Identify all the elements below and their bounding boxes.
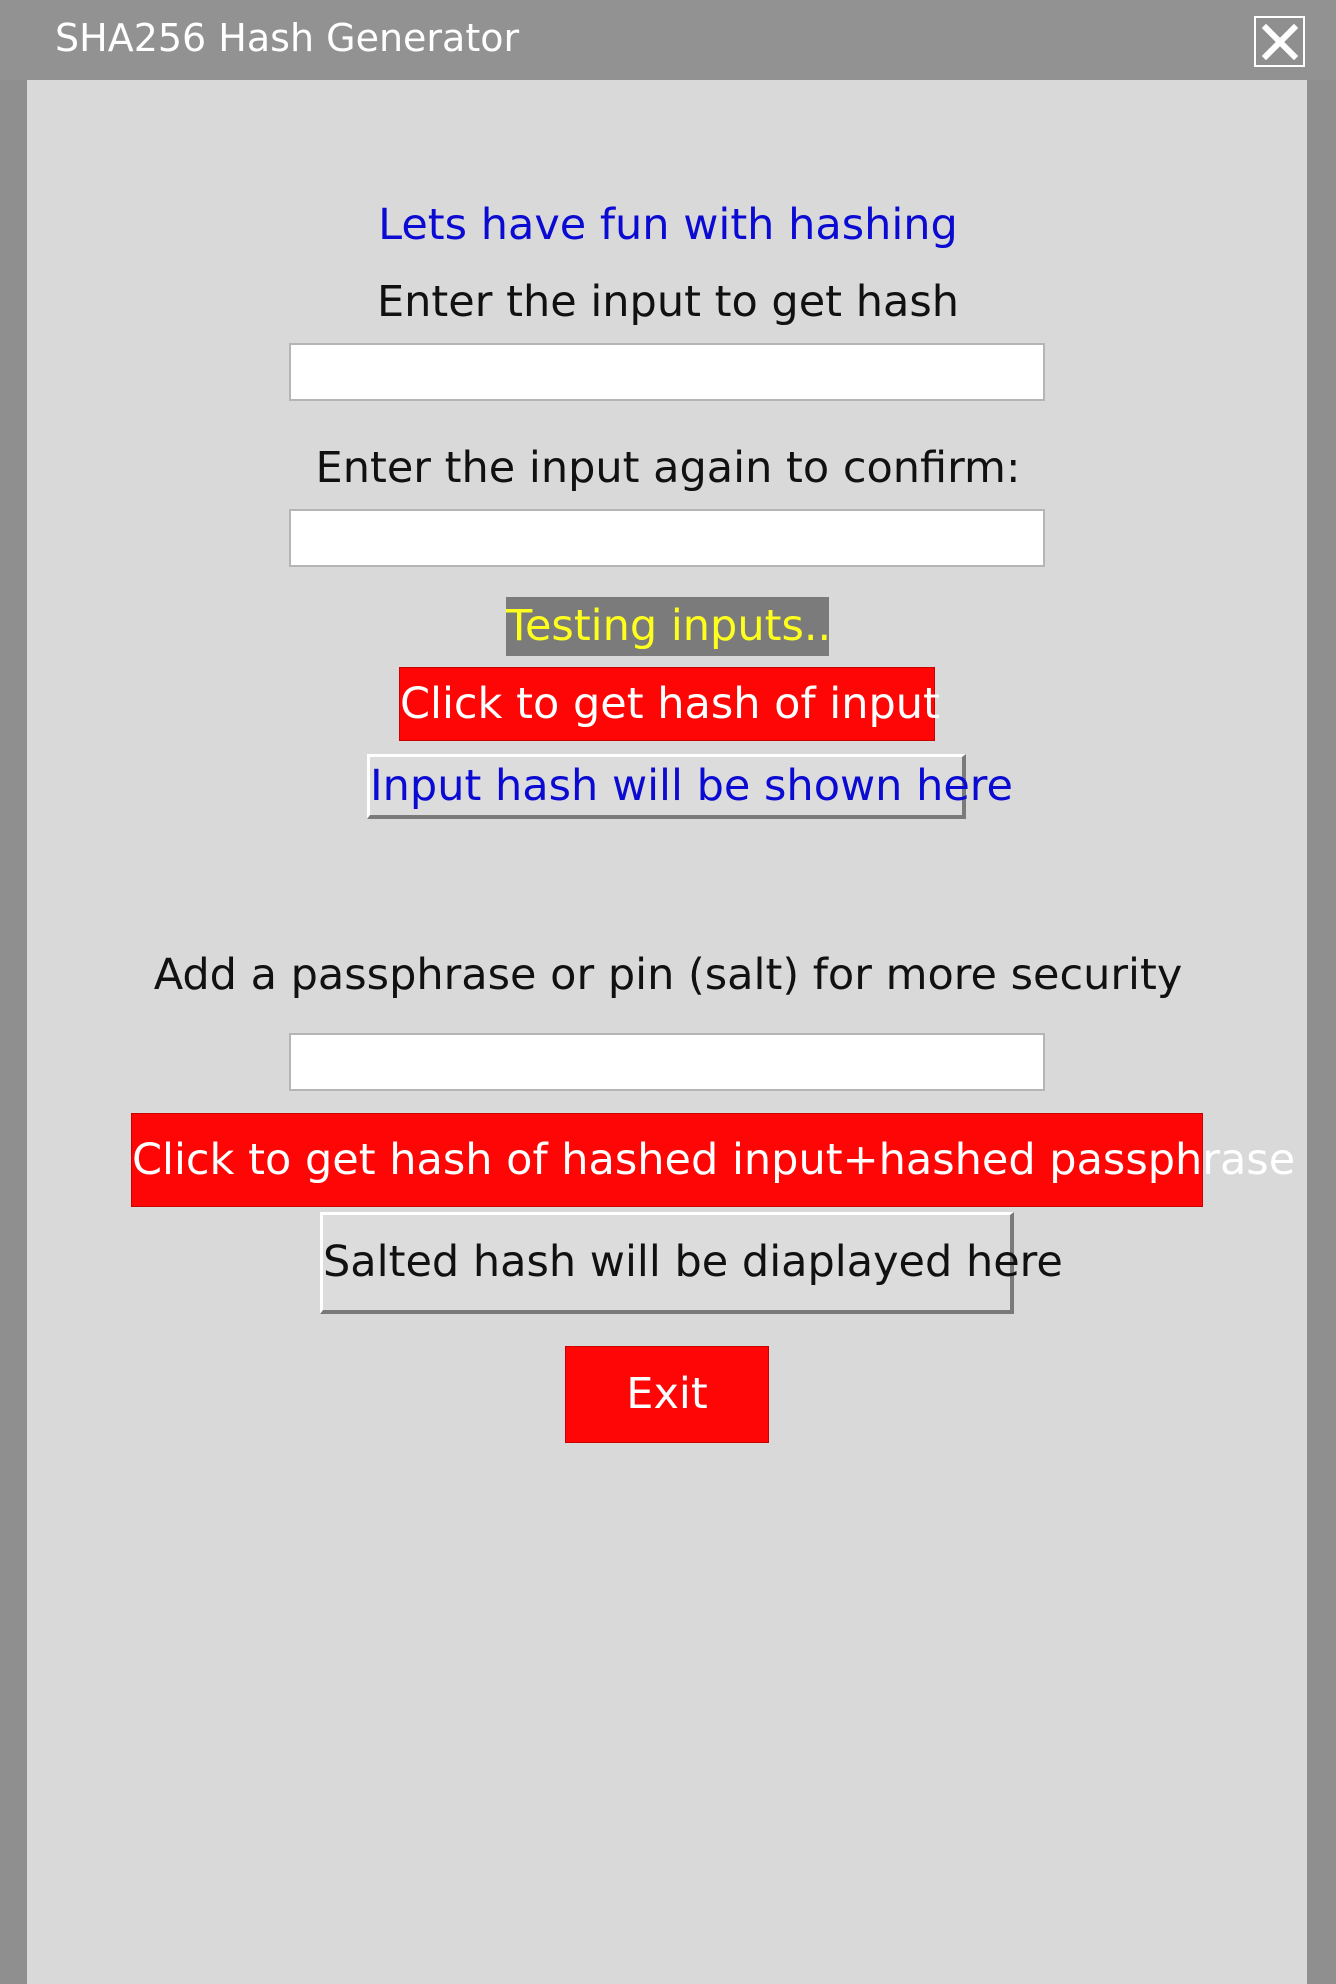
- close-icon: [1262, 24, 1298, 60]
- title-bar[interactable]: SHA256 Hash Generator: [0, 0, 1336, 80]
- confirm-input-field[interactable]: [289, 509, 1045, 567]
- get-hash-button[interactable]: Click to get hash of input: [399, 667, 940, 741]
- status-label: Testing inputs..: [506, 597, 831, 656]
- exit-button[interactable]: Exit: [565, 1346, 769, 1443]
- input-label: Enter the input to get hash: [377, 277, 959, 327]
- get-salted-hash-button[interactable]: Click to get hash of hashed input+hashed…: [131, 1113, 1295, 1207]
- salt-input-field[interactable]: [289, 1033, 1045, 1091]
- hash-input-field[interactable]: [289, 343, 1045, 401]
- app-heading: Lets have fun with hashing: [378, 200, 958, 250]
- window-title: SHA256 Hash Generator: [55, 16, 520, 60]
- salted-hash-result-display: Salted hash will be diaplayed here: [320, 1212, 1063, 1314]
- close-button[interactable]: [1254, 16, 1305, 67]
- confirm-label: Enter the input again to confirm:: [315, 443, 1021, 493]
- hash-result-display: Input hash will be shown here: [367, 754, 1013, 819]
- salt-label: Add a passphrase or pin (salt) for more …: [153, 950, 1183, 1000]
